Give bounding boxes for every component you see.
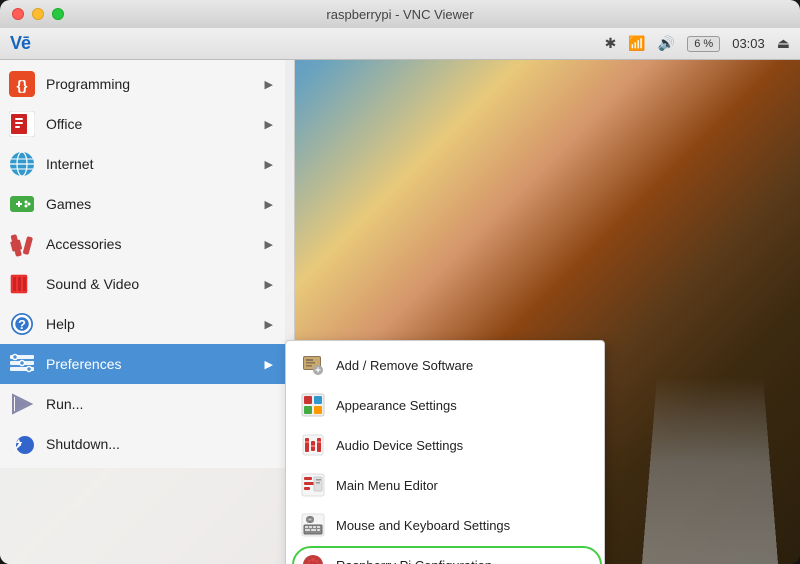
- arrow-games: ▶: [265, 198, 273, 211]
- menu-label-office: Office: [46, 116, 265, 132]
- mouse-keyboard-settings-icon: [300, 512, 326, 538]
- submenu-item-main-menu-editor[interactable]: Main Menu Editor: [286, 465, 604, 505]
- arrow-internet: ▶: [265, 158, 273, 171]
- volume-icon[interactable]: 🔊: [658, 35, 675, 52]
- submenu-item-appearance-settings[interactable]: Appearance Settings: [286, 385, 604, 425]
- minimize-button[interactable]: [32, 8, 44, 20]
- arrow-preferences: ▶: [265, 358, 273, 371]
- application-menu: {} Programming ▶: [0, 60, 285, 468]
- main-content: {} Programming ▶: [0, 60, 800, 564]
- menu-label-games: Games: [46, 196, 265, 212]
- menu-label-shutdown: Shutdown...: [46, 436, 273, 452]
- svg-text:+: +: [315, 366, 321, 377]
- appearance-settings-icon: [300, 392, 326, 418]
- arrow-sound-video: ▶: [265, 278, 273, 291]
- main-menu-editor-icon: [300, 472, 326, 498]
- internet-icon: [8, 150, 36, 178]
- clock: 03:03: [732, 36, 765, 51]
- programming-icon: {}: [8, 70, 36, 98]
- menu-label-programming: Programming: [46, 76, 265, 92]
- vnc-logo: Vē: [10, 33, 30, 54]
- battery-indicator: 6 %: [687, 36, 720, 52]
- submenu-label-raspberry-pi-config: Raspberry Pi Configuration: [336, 558, 492, 564]
- titlebar: raspberrypi - VNC Viewer: [0, 0, 800, 28]
- submenu-label-audio-device-settings: Audio Device Settings: [336, 438, 463, 453]
- submenu-item-add-remove-software[interactable]: + Add / Remove Software: [286, 345, 604, 385]
- vnc-icons-group: ✱ 📶 🔊 6 % 03:03 ⏏: [605, 35, 790, 52]
- audio-device-settings-icon: [300, 432, 326, 458]
- office-icon: [8, 110, 36, 138]
- accessories-icon: [8, 230, 36, 258]
- submenu-item-mouse-keyboard-settings[interactable]: Mouse and Keyboard Settings: [286, 505, 604, 545]
- menu-item-programming[interactable]: {} Programming ▶: [0, 64, 285, 104]
- menu-label-run: Run...: [46, 396, 273, 412]
- wifi-icon[interactable]: 📶: [628, 35, 645, 52]
- submenu-label-appearance-settings: Appearance Settings: [336, 398, 457, 413]
- arrow-help: ▶: [265, 318, 273, 331]
- raspberry-pi-config-icon: [300, 552, 326, 564]
- window-title: raspberrypi - VNC Viewer: [326, 7, 473, 22]
- submenu-item-raspberry-pi-config[interactable]: Raspberry Pi Configuration: [286, 545, 604, 564]
- menu-label-sound-video: Sound & Video: [46, 276, 265, 292]
- bluetooth-icon[interactable]: ✱: [605, 35, 617, 52]
- eject-icon[interactable]: ⏏: [777, 35, 790, 52]
- games-icon: [8, 190, 36, 218]
- run-icon: [8, 390, 36, 418]
- main-window: raspberrypi - VNC Viewer Vē ✱ 📶 🔊 6 % 03…: [0, 0, 800, 564]
- add-remove-software-icon: +: [300, 352, 326, 378]
- submenu-label-mouse-keyboard-settings: Mouse and Keyboard Settings: [336, 518, 510, 533]
- sound-video-icon: [8, 270, 36, 298]
- menu-overlay: {} Programming ▶: [0, 60, 295, 564]
- menu-label-accessories: Accessories: [46, 236, 265, 252]
- svg-text:{}: {}: [17, 77, 28, 93]
- preferences-icon: [8, 350, 36, 378]
- menu-item-internet[interactable]: Internet ▶: [0, 144, 285, 184]
- arrow-programming: ▶: [265, 78, 273, 91]
- svg-text:?: ?: [18, 317, 26, 332]
- menu-item-run[interactable]: Run...: [0, 384, 285, 424]
- menu-label-preferences: Preferences: [46, 356, 265, 372]
- maximize-button[interactable]: [52, 8, 64, 20]
- arrow-office: ▶: [265, 118, 273, 131]
- menu-item-office[interactable]: Office ▶: [0, 104, 285, 144]
- submenu-label-add-remove-software: Add / Remove Software: [336, 358, 473, 373]
- menu-item-shutdown[interactable]: Shutdown...: [0, 424, 285, 464]
- submenu-item-audio-device-settings[interactable]: Audio Device Settings: [286, 425, 604, 465]
- close-button[interactable]: [12, 8, 24, 20]
- menu-label-internet: Internet: [46, 156, 265, 172]
- submenu-label-main-menu-editor: Main Menu Editor: [336, 478, 438, 493]
- menu-item-help[interactable]: ? Help ▶: [0, 304, 285, 344]
- menu-item-accessories[interactable]: Accessories ▶: [0, 224, 285, 264]
- menu-label-help: Help: [46, 316, 265, 332]
- shutdown-icon: [8, 430, 36, 458]
- help-icon: ?: [8, 310, 36, 338]
- arrow-accessories: ▶: [265, 238, 273, 251]
- preferences-submenu: + Add / Remove Software Appearance Se: [285, 340, 605, 564]
- menu-item-preferences[interactable]: Preferences ▶: [0, 344, 285, 384]
- vnc-toolbar: Vē ✱ 📶 🔊 6 % 03:03 ⏏: [0, 28, 800, 60]
- menu-item-sound-video[interactable]: Sound & Video ▶: [0, 264, 285, 304]
- menu-item-games[interactable]: Games ▶: [0, 184, 285, 224]
